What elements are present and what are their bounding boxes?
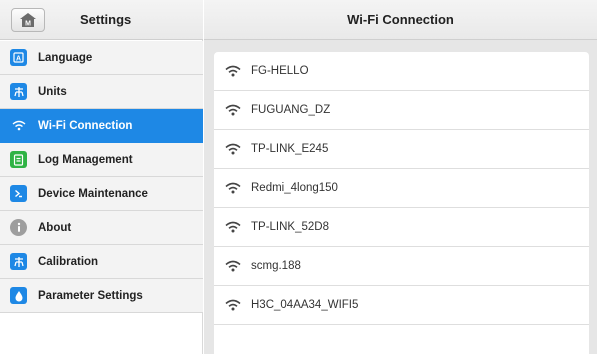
language-icon: A xyxy=(10,49,27,66)
log-icon xyxy=(10,151,27,168)
calibration-icon xyxy=(10,253,27,270)
sidebar-item-label: Wi-Fi Connection xyxy=(38,120,133,132)
wifi-signal-icon xyxy=(225,260,241,272)
wifi-ssid: Redmi_4long150 xyxy=(251,182,338,194)
wifi-network-item[interactable]: Redmi_4long150 xyxy=(214,169,589,208)
wifi-network-item[interactable]: TP-LINK_52D8 xyxy=(214,208,589,247)
wifi-network-item[interactable]: H3C_04AA34_WIFI5 xyxy=(214,286,589,325)
page-title: Settings xyxy=(80,12,132,27)
sidebar-item-parameter-settings[interactable]: Parameter Settings xyxy=(0,279,203,313)
sidebar: M Settings A Language Units Wi-Fi Connec… xyxy=(0,0,203,354)
wifi-ssid: TP-LINK_52D8 xyxy=(251,221,329,233)
wifi-network-list[interactable]: FG-HELLO FUGUANG_DZ TP-LINK_E245 Redmi_4… xyxy=(214,52,589,354)
info-icon xyxy=(10,219,27,236)
parameter-icon xyxy=(10,287,27,304)
sidebar-item-label: About xyxy=(38,222,72,234)
maintenance-icon xyxy=(10,185,27,202)
main-header: Wi-Fi Connection xyxy=(204,0,597,40)
wifi-signal-icon xyxy=(225,299,241,311)
wifi-network-item[interactable]: FUGUANG_DZ xyxy=(214,91,589,130)
svg-text:M: M xyxy=(25,21,31,28)
wifi-ssid: FG-HELLO xyxy=(251,65,309,77)
sidebar-item-label: Device Maintenance xyxy=(38,188,148,200)
wifi-signal-icon xyxy=(225,221,241,233)
sidebar-item-label: Units xyxy=(38,86,67,98)
home-icon: M xyxy=(20,13,36,28)
wifi-signal-icon xyxy=(225,65,241,77)
sidebar-item-label: Language xyxy=(38,52,93,64)
wifi-ssid: scmg.188 xyxy=(251,260,301,272)
wifi-ssid: H3C_04AA34_WIFI5 xyxy=(251,299,359,311)
sidebar-item-label: Parameter Settings xyxy=(38,290,143,302)
wifi-signal-icon xyxy=(225,182,241,194)
sidebar-menu: A Language Units Wi-Fi Connection Log Ma… xyxy=(0,41,203,313)
sidebar-item-wifi-connection[interactable]: Wi-Fi Connection xyxy=(0,109,203,143)
main-content: Wi-Fi Connection FG-HELLO FUGUANG_DZ TP-… xyxy=(204,0,597,354)
sidebar-header: M Settings xyxy=(0,0,203,40)
wifi-signal-icon xyxy=(225,104,241,116)
wifi-signal-icon xyxy=(225,143,241,155)
section-title: Wi-Fi Connection xyxy=(347,12,454,27)
sidebar-item-calibration[interactable]: Calibration xyxy=(0,245,203,279)
home-button[interactable]: M xyxy=(11,8,45,32)
wifi-ssid: TP-LINK_E245 xyxy=(251,143,329,155)
sidebar-item-about[interactable]: About xyxy=(0,211,203,245)
sidebar-item-language[interactable]: A Language xyxy=(0,41,203,75)
wifi-network-item[interactable]: TP-LINK_E245 xyxy=(214,130,589,169)
wifi-network-item[interactable]: scmg.188 xyxy=(214,247,589,286)
sidebar-item-units[interactable]: Units xyxy=(0,75,203,109)
wifi-ssid: FUGUANG_DZ xyxy=(251,104,331,116)
svg-text:A: A xyxy=(16,56,21,63)
wifi-icon xyxy=(10,117,27,134)
settings-screen: M Settings A Language Units Wi-Fi Connec… xyxy=(0,0,597,354)
sidebar-item-label: Log Management xyxy=(38,154,133,166)
sidebar-item-label: Calibration xyxy=(38,256,99,268)
wifi-network-item[interactable]: FG-HELLO xyxy=(214,52,589,91)
sidebar-item-device-maintenance[interactable]: Device Maintenance xyxy=(0,177,203,211)
units-icon xyxy=(10,83,27,100)
sidebar-item-log-management[interactable]: Log Management xyxy=(0,143,203,177)
